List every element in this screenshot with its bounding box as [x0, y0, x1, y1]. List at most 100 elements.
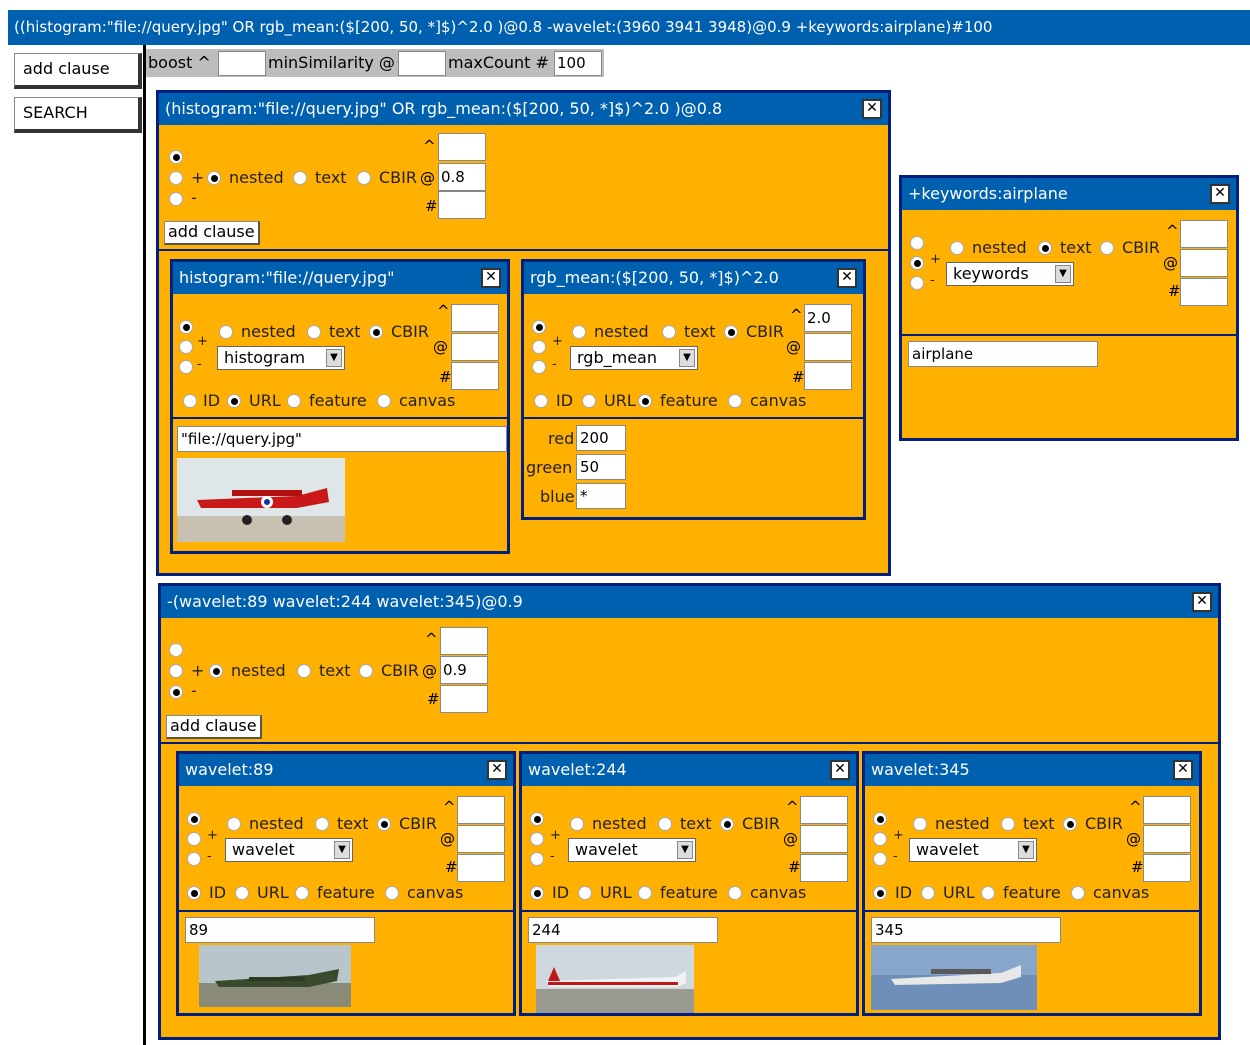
feature-select[interactable]: wavelet ▼ — [909, 838, 1037, 862]
similarity-field[interactable] — [800, 825, 848, 853]
red-input[interactable]: 200 — [576, 425, 626, 451]
occur-minus-radio[interactable] — [910, 276, 924, 290]
type-cbir-radio[interactable] — [357, 171, 371, 185]
add-clause-button[interactable]: add clause — [164, 221, 260, 245]
search-button[interactable]: SEARCH — [14, 97, 142, 133]
input-id-radio[interactable] — [534, 394, 548, 408]
blue-input[interactable]: * — [576, 483, 626, 509]
feature-select[interactable]: wavelet ▼ — [568, 838, 696, 862]
boost-field[interactable]: 2.0 — [804, 304, 852, 332]
type-nested-radio[interactable] — [572, 325, 586, 339]
type-nested-radio[interactable] — [570, 817, 584, 831]
field-select[interactable]: keywords ▼ — [946, 262, 1074, 286]
input-feature-radio[interactable] — [638, 394, 652, 408]
similarity-field[interactable]: 0.8 — [438, 163, 486, 191]
occur-minus-radio[interactable] — [532, 360, 546, 374]
input-canvas-radio[interactable] — [728, 394, 742, 408]
type-nested-radio[interactable] — [913, 817, 927, 831]
input-feature-radio[interactable] — [287, 394, 301, 408]
input-id-radio[interactable] — [183, 394, 197, 408]
type-nested-radio[interactable] — [219, 325, 233, 339]
type-text-radio[interactable] — [658, 817, 672, 831]
boost-field[interactable] — [451, 304, 499, 332]
count-field[interactable] — [804, 362, 852, 390]
input-canvas-radio[interactable] — [385, 886, 399, 900]
occur-plus-radio[interactable] — [169, 171, 183, 185]
occur-plus-radio[interactable] — [187, 832, 201, 846]
occur-minus-radio[interactable] — [187, 852, 201, 866]
input-id-radio[interactable] — [873, 886, 887, 900]
occur-minus-radio[interactable] — [169, 685, 183, 699]
occur-plus-radio[interactable] — [169, 664, 183, 678]
type-nested-radio[interactable] — [950, 241, 964, 255]
type-text-radio[interactable] — [1038, 241, 1052, 255]
similarity-field[interactable] — [1180, 249, 1228, 277]
boost-input[interactable] — [218, 51, 266, 76]
type-text-radio[interactable] — [315, 817, 329, 831]
boost-field[interactable] — [1143, 796, 1191, 824]
count-field[interactable] — [1143, 854, 1191, 882]
similarity-field[interactable] — [804, 333, 852, 361]
count-field[interactable] — [457, 854, 505, 882]
occur-none-radio[interactable] — [169, 643, 183, 657]
type-text-radio[interactable] — [662, 325, 676, 339]
close-icon[interactable]: ✕ — [481, 268, 501, 288]
type-nested-radio[interactable] — [209, 664, 223, 678]
occur-plus-radio[interactable] — [179, 340, 193, 354]
type-cbir-radio[interactable] — [1063, 817, 1077, 831]
input-url-radio[interactable] — [582, 394, 596, 408]
type-nested-radio[interactable] — [227, 817, 241, 831]
id-input[interactable]: 244 — [528, 917, 718, 943]
input-canvas-radio[interactable] — [728, 886, 742, 900]
feature-select[interactable]: rgb_mean ▼ — [570, 346, 698, 370]
similarity-field[interactable] — [457, 825, 505, 853]
input-id-radio[interactable] — [187, 886, 201, 900]
close-icon[interactable]: ✕ — [1173, 760, 1193, 780]
input-url-radio[interactable] — [921, 886, 935, 900]
add-clause-button[interactable]: add clause — [14, 53, 142, 89]
input-id-radio[interactable] — [530, 886, 544, 900]
boost-field[interactable] — [1180, 220, 1228, 248]
input-feature-radio[interactable] — [295, 886, 309, 900]
occur-none-radio[interactable] — [179, 320, 193, 334]
feature-select[interactable]: histogram ▼ — [217, 346, 345, 370]
close-icon[interactable]: ✕ — [1192, 592, 1212, 612]
boost-field[interactable] — [438, 133, 486, 161]
type-cbir-radio[interactable] — [369, 325, 383, 339]
input-url-radio[interactable] — [227, 394, 241, 408]
input-feature-radio[interactable] — [981, 886, 995, 900]
input-url-radio[interactable] — [578, 886, 592, 900]
occur-plus-radio[interactable] — [532, 340, 546, 354]
type-cbir-radio[interactable] — [1100, 241, 1114, 255]
close-icon[interactable]: ✕ — [487, 760, 507, 780]
close-icon[interactable]: ✕ — [862, 99, 882, 119]
count-field[interactable] — [440, 685, 488, 713]
close-icon[interactable]: ✕ — [837, 268, 857, 288]
occur-minus-radio[interactable] — [530, 852, 544, 866]
input-canvas-radio[interactable] — [1071, 886, 1085, 900]
boost-field[interactable] — [800, 796, 848, 824]
count-field[interactable] — [800, 854, 848, 882]
input-canvas-radio[interactable] — [377, 394, 391, 408]
type-text-radio[interactable] — [297, 664, 311, 678]
similarity-field[interactable] — [1143, 825, 1191, 853]
count-field[interactable] — [1180, 278, 1228, 306]
input-url-radio[interactable] — [235, 886, 249, 900]
count-field[interactable] — [451, 362, 499, 390]
occur-none-radio[interactable] — [532, 320, 546, 334]
type-cbir-radio[interactable] — [724, 325, 738, 339]
occur-minus-radio[interactable] — [873, 852, 887, 866]
occur-none-radio[interactable] — [910, 236, 924, 250]
occur-none-radio[interactable] — [169, 150, 183, 164]
type-text-radio[interactable] — [293, 171, 307, 185]
type-cbir-radio[interactable] — [359, 664, 373, 678]
close-icon[interactable]: ✕ — [1210, 184, 1230, 204]
count-field[interactable] — [438, 191, 486, 219]
boost-field[interactable] — [457, 796, 505, 824]
type-nested-radio[interactable] — [207, 171, 221, 185]
occur-minus-radio[interactable] — [179, 360, 193, 374]
type-text-radio[interactable] — [1001, 817, 1015, 831]
close-icon[interactable]: ✕ — [830, 760, 850, 780]
feature-select[interactable]: wavelet ▼ — [225, 838, 353, 862]
type-cbir-radio[interactable] — [377, 817, 391, 831]
